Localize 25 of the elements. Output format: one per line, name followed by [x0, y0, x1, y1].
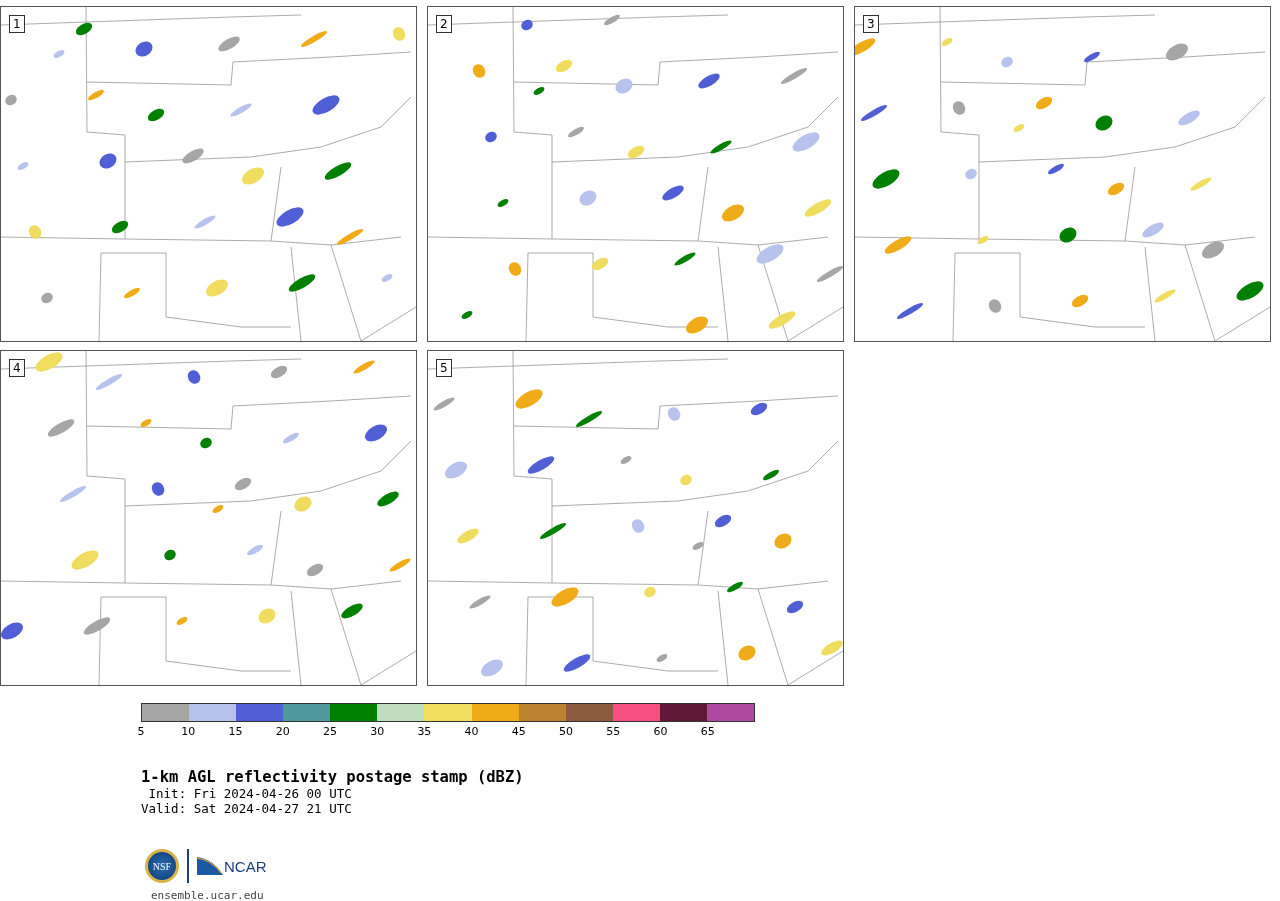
swoosh-icon: [197, 857, 223, 875]
ncar-logo: NCAR: [197, 857, 267, 875]
tick-label: 10: [181, 725, 196, 738]
panel-number: 2: [436, 15, 452, 33]
panel-number: 1: [9, 15, 25, 33]
tick-label: 65: [700, 725, 715, 738]
valid-time: Valid: Sat 2024-04-27 21 UTC: [141, 801, 353, 816]
tick-label: 40: [464, 725, 479, 738]
tick-label: 25: [322, 725, 337, 738]
seal-logo: NSF: [145, 849, 179, 883]
panel-number: 5: [436, 359, 452, 377]
panel-number: 3: [863, 15, 879, 33]
init-time: Init: Fri 2024-04-26 00 UTC: [147, 786, 353, 801]
tick-label: 55: [606, 725, 621, 738]
tick-label: 50: [559, 725, 574, 738]
tick-label: 15: [228, 725, 243, 738]
tick-label: 45: [511, 725, 526, 738]
tick-label: 5: [137, 725, 145, 738]
tick-label: 30: [370, 725, 385, 738]
tick-label: 35: [417, 725, 432, 738]
tick-label: 20: [275, 725, 290, 738]
chart-title: 1-km AGL reflectivity postage stamp (dBZ): [141, 768, 525, 786]
tick-label: 60: [653, 725, 668, 738]
site-url: ensemble.ucar.edu: [151, 889, 265, 901]
panel-number: 4: [9, 359, 25, 377]
